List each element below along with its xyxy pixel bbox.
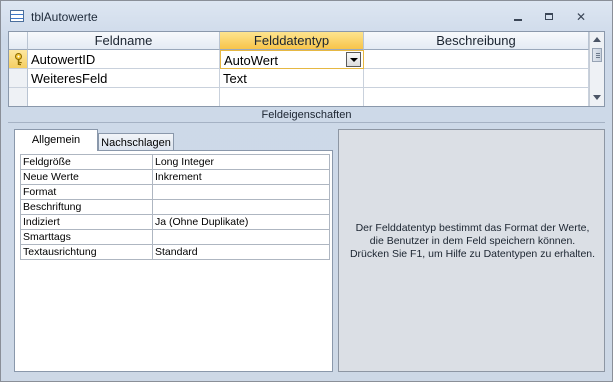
field-properties-panel: Allgemein Nachschlagen Feldgröße Long In…	[14, 129, 333, 372]
window-title: tblAutowerte	[31, 10, 98, 24]
primary-key-icon	[15, 53, 22, 66]
property-row[interactable]: Format	[20, 184, 330, 200]
minimize-button[interactable]	[507, 9, 529, 25]
property-row[interactable]: Smarttags	[20, 229, 330, 245]
tab-lookup[interactable]: Nachschlagen	[98, 133, 174, 151]
properties-table: Feldgröße Long Integer Neue Werte Inkrem…	[20, 154, 330, 260]
table-icon	[10, 10, 24, 22]
close-icon: ✕	[575, 10, 587, 24]
maximize-button[interactable]	[539, 9, 561, 25]
datatype-cell[interactable]: Text	[220, 69, 364, 88]
property-name: Smarttags	[20, 229, 153, 245]
column-header-fieldname[interactable]: Feldname	[28, 32, 220, 50]
field-grid: Feldname Felddatentyp Beschreibung Autow…	[8, 31, 605, 107]
datatype-cell[interactable]	[220, 88, 364, 106]
table-design-window: tblAutowerte ✕ Feldname Felddatentyp Bes…	[0, 0, 613, 382]
fieldname-cell[interactable]: AutowertID	[28, 50, 220, 69]
scroll-up-icon[interactable]	[593, 37, 601, 42]
fieldname-cell[interactable]: WeiteresFeld	[28, 69, 220, 88]
property-name: Textausrichtung	[20, 244, 153, 260]
description-cell[interactable]	[364, 69, 589, 88]
datatype-value: AutoWert	[224, 53, 278, 68]
property-name: Feldgröße	[20, 154, 153, 170]
property-value[interactable]	[152, 199, 330, 215]
description-cell[interactable]	[364, 88, 589, 106]
property-value[interactable]	[152, 229, 330, 245]
title-bar: tblAutowerte ✕	[1, 1, 612, 31]
field-properties-label: Feldeigenschaften	[8, 108, 605, 123]
help-text: Der Felddatentyp bestimmt das Format der…	[349, 222, 596, 260]
datatype-combobox[interactable]: AutoWert	[220, 50, 364, 69]
row-selector-2[interactable]	[9, 69, 28, 88]
close-button[interactable]: ✕	[570, 9, 592, 25]
property-row[interactable]: Indiziert Ja (Ohne Duplikate)	[20, 214, 330, 230]
column-header-datatype[interactable]: Felddatentyp	[220, 32, 364, 50]
vertical-scrollbar[interactable]	[589, 32, 604, 106]
properties-sheet: Feldgröße Long Integer Neue Werte Inkrem…	[14, 150, 333, 372]
property-row[interactable]: Neue Werte Inkrement	[20, 169, 330, 185]
property-value[interactable]: Ja (Ohne Duplikate)	[152, 214, 330, 230]
property-value[interactable]: Long Integer	[152, 154, 330, 170]
property-row[interactable]: Beschriftung	[20, 199, 330, 215]
property-name: Beschriftung	[20, 199, 153, 215]
property-value[interactable]: Standard	[152, 244, 330, 260]
row-selector-3[interactable]	[9, 88, 28, 106]
property-name: Format	[20, 184, 153, 200]
minimize-icon	[514, 19, 522, 21]
property-row[interactable]: Feldgröße Long Integer	[20, 154, 330, 170]
grid-corner-header[interactable]	[9, 32, 28, 50]
scroll-thumb[interactable]	[592, 48, 602, 62]
property-name: Indiziert	[20, 214, 153, 230]
tab-general[interactable]: Allgemein	[14, 129, 98, 151]
property-row[interactable]: Textausrichtung Standard	[20, 244, 330, 260]
fieldname-cell[interactable]	[28, 88, 220, 106]
description-cell[interactable]	[364, 50, 589, 69]
scroll-down-icon[interactable]	[593, 95, 601, 100]
property-name: Neue Werte	[20, 169, 153, 185]
row-selector-1[interactable]	[9, 50, 28, 69]
maximize-icon	[545, 13, 553, 20]
column-header-description[interactable]: Beschreibung	[364, 32, 589, 50]
dropdown-arrow-icon[interactable]	[346, 52, 361, 67]
property-value[interactable]	[152, 184, 330, 200]
property-value[interactable]: Inkrement	[152, 169, 330, 185]
help-panel: Der Felddatentyp bestimmt das Format der…	[338, 129, 605, 372]
